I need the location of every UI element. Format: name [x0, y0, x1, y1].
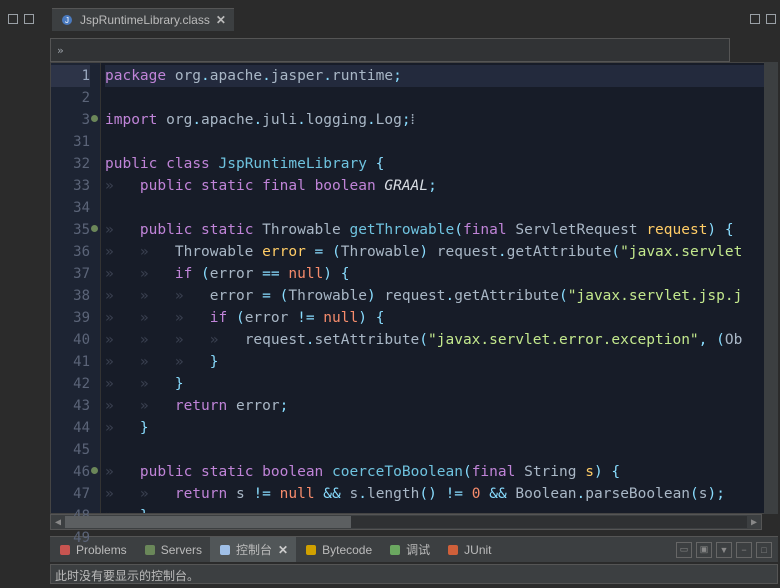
tab-label: 调试	[406, 541, 430, 558]
tab-console[interactable]: 控制台 ✕	[210, 537, 296, 562]
bottom-view-tabs: ProblemsServers控制台✕Bytecode调试JUnit ▭ ▣ ▼…	[50, 536, 778, 562]
junit-icon	[446, 543, 460, 557]
svg-text:J: J	[65, 16, 69, 25]
restore-icon[interactable]	[24, 14, 34, 24]
tab-label: 控制台	[236, 541, 272, 558]
horizontal-scrollbar[interactable]: ◀ ▶	[50, 514, 762, 530]
console-output: 此时没有要显示的控制台。	[50, 564, 778, 584]
debug-icon	[388, 543, 402, 557]
pin-icon[interactable]: ▭	[676, 542, 692, 558]
code-area[interactable]: package org.apache.jasper.runtime; impor…	[101, 63, 777, 513]
console-message: 此时没有要显示的控制台。	[55, 569, 199, 583]
breadcrumb[interactable]: »	[50, 38, 730, 62]
min-icon[interactable]: −	[736, 542, 752, 558]
breadcrumb-chevron-icon: »	[57, 44, 64, 57]
editor-topbar: J JspRuntimeLibrary.class ✕	[0, 0, 780, 38]
servers-icon	[143, 543, 157, 557]
bottom-toolbar: ▭ ▣ ▼ − □	[676, 542, 778, 558]
scroll-right-icon[interactable]: ▶	[747, 517, 761, 528]
minimize-icon[interactable]	[8, 14, 18, 24]
tab-label: Servers	[161, 543, 202, 557]
max-icon[interactable]: □	[756, 542, 772, 558]
tab-label: JUnit	[464, 543, 491, 557]
tab-title: JspRuntimeLibrary.class	[80, 13, 210, 27]
editor-tab[interactable]: J JspRuntimeLibrary.class ✕	[52, 8, 234, 31]
topbar-left-icons	[4, 14, 34, 24]
tab-bytecode[interactable]: Bytecode	[296, 537, 380, 562]
tab-junit[interactable]: JUnit	[438, 537, 499, 562]
display-icon[interactable]: ▣	[696, 542, 712, 558]
tab-label: Bytecode	[322, 543, 372, 557]
tab-debug[interactable]: 调试	[380, 537, 438, 562]
tab-servers[interactable]: Servers	[135, 537, 210, 562]
close-icon[interactable]: ✕	[276, 543, 288, 557]
maximize-view-icon[interactable]	[766, 14, 776, 24]
line-number-gutter: 1233132333435363738394041424344454647484…	[51, 63, 101, 513]
minimize-view-icon[interactable]	[750, 14, 760, 24]
code-editor[interactable]: 1233132333435363738394041424344454647484…	[50, 62, 778, 514]
bytecode-icon	[304, 543, 318, 557]
scroll-track[interactable]	[65, 516, 747, 528]
topbar-right-icons	[750, 14, 776, 24]
console-icon	[218, 543, 232, 557]
open-console-icon[interactable]: ▼	[716, 542, 732, 558]
vertical-scrollbar[interactable]	[764, 62, 778, 514]
close-icon[interactable]: ✕	[216, 13, 226, 27]
class-file-icon: J	[60, 13, 74, 27]
scroll-thumb[interactable]	[65, 516, 351, 528]
